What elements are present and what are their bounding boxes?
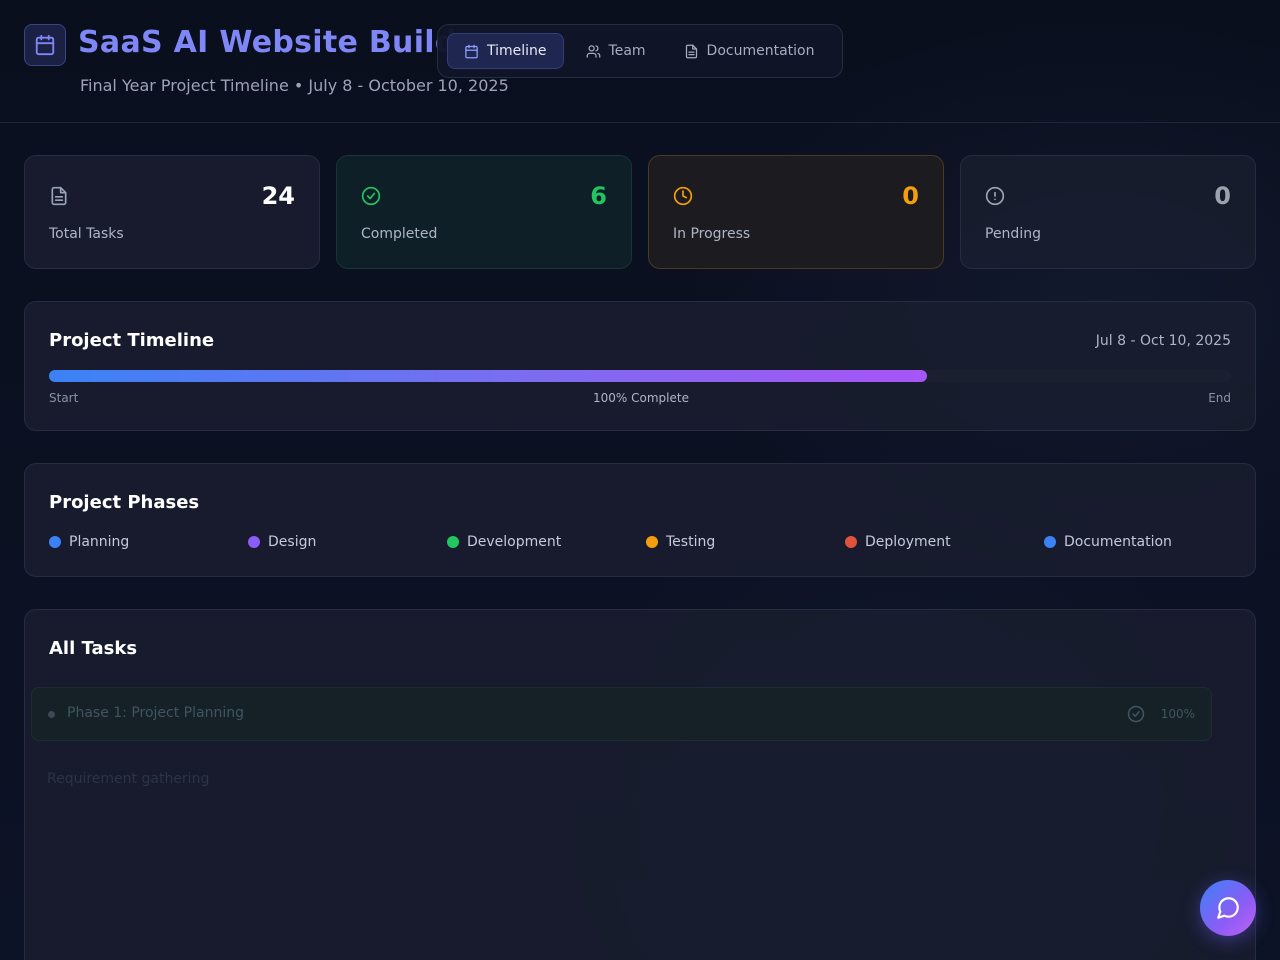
timeline-complete-label: 100% Complete: [593, 391, 689, 405]
stat-label: Total Tasks: [49, 226, 124, 242]
file-text-icon: [685, 44, 697, 58]
task-title: Phase 1: Project Planning: [67, 705, 244, 721]
phase-dot: [845, 536, 857, 548]
phase-dot: [646, 536, 658, 548]
subtask-item: Requirement gathering: [47, 771, 210, 787]
stat-card-in-progress: 0 In Progress: [648, 155, 944, 269]
check-circle-icon: [1127, 705, 1145, 723]
timeline-title: Project Timeline: [49, 330, 215, 351]
phases-title: Project Phases: [49, 492, 200, 513]
stat-card-completed: 6 Completed: [336, 155, 632, 269]
phase-planning: Planning: [49, 534, 129, 550]
app-logo: [24, 24, 66, 66]
tab-documentation[interactable]: Documentation: [668, 33, 831, 69]
task-status-dot: [48, 711, 55, 718]
timeline-progress-bar: [49, 370, 1231, 382]
clock-icon: [673, 186, 693, 206]
tasks-title: All Tasks: [49, 638, 138, 659]
phase-label: Deployment: [865, 534, 951, 550]
timeline-date-range: Jul 8 - Oct 10, 2025: [1095, 333, 1231, 349]
app-title: SaaS AI Website Builder: [78, 25, 493, 60]
tab-timeline-label: Timeline: [487, 43, 547, 59]
phase-design: Design: [248, 534, 316, 550]
timeline-progress-fill: [49, 370, 928, 382]
task-percent: 100%: [1160, 707, 1195, 721]
calendar-icon: [35, 34, 55, 56]
phase-label: Design: [268, 534, 317, 550]
timeline-end-label: End: [1208, 391, 1231, 405]
tab-team-label: Team: [608, 43, 646, 59]
check-circle-icon: [361, 186, 381, 206]
stat-label: In Progress: [673, 226, 751, 242]
chat-bubble-icon: [1217, 897, 1239, 919]
phase-dot: [248, 536, 260, 548]
header: SaaS AI Website Builder Final Year Proje…: [0, 0, 1280, 123]
stat-card-total: 24 Total Tasks: [24, 155, 320, 269]
calendar-icon: [465, 44, 478, 58]
alert-circle-icon: [985, 186, 1005, 206]
chat-button[interactable]: [1200, 880, 1256, 936]
file-text-icon: [51, 186, 67, 206]
project-timeline-card: Project Timeline Jul 8 - Oct 10, 2025 St…: [24, 301, 1256, 431]
stat-value: 0: [1214, 182, 1231, 210]
stat-value: 24: [261, 182, 295, 210]
tab-team[interactable]: Team: [570, 33, 662, 69]
phase-documentation: Documentation: [1044, 534, 1172, 550]
phase-dot: [49, 536, 61, 548]
stat-card-pending: 0 Pending: [960, 155, 1256, 269]
app-subtitle: Final Year Project Timeline • July 8 - O…: [80, 76, 509, 95]
stat-value: 0: [902, 182, 919, 210]
users-icon: [586, 44, 600, 58]
phase-deployment: Deployment: [845, 534, 951, 550]
phase-label: Development: [467, 534, 562, 550]
task-row[interactable]: Phase 1: Project Planning 100%: [31, 687, 1212, 741]
tab-documentation-label: Documentation: [706, 43, 815, 59]
nav-tabs: Timeline Team Documentation: [437, 24, 843, 78]
project-phases-card: Project Phases Planning Design Developme…: [24, 463, 1256, 577]
phase-dot: [447, 536, 459, 548]
stat-label: Completed: [361, 226, 438, 242]
phase-development: Development: [447, 534, 561, 550]
phase-label: Testing: [666, 534, 716, 550]
stat-value: 6: [590, 182, 607, 210]
phase-dot: [1044, 536, 1056, 548]
tab-timeline[interactable]: Timeline: [447, 33, 564, 69]
all-tasks-card: All Tasks Phase 1: Project Planning 100%…: [24, 609, 1256, 960]
phase-label: Planning: [69, 534, 130, 550]
phase-testing: Testing: [646, 534, 715, 550]
stat-label: Pending: [985, 226, 1041, 242]
phase-label: Documentation: [1064, 534, 1172, 550]
